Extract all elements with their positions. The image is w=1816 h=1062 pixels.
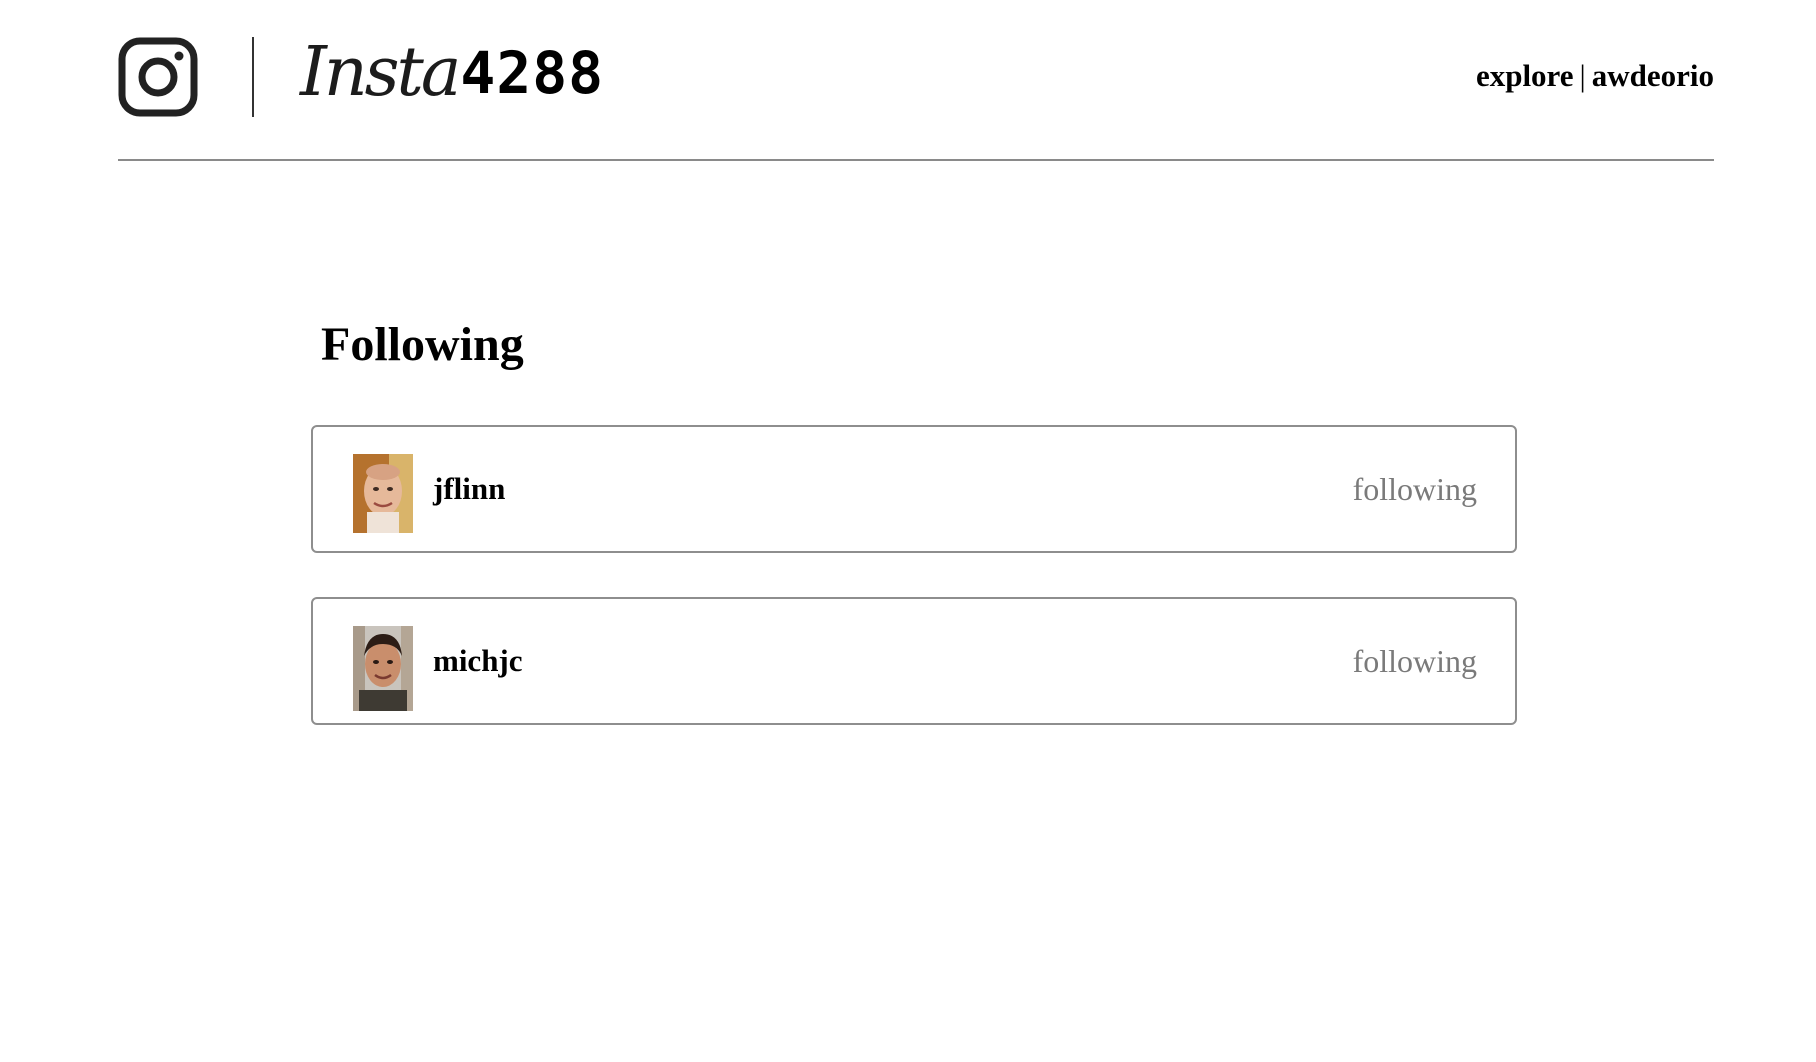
nav-separator: | bbox=[1579, 58, 1586, 93]
following-status-button[interactable]: following bbox=[1353, 427, 1477, 551]
following-username[interactable]: michjc bbox=[433, 599, 523, 723]
top-nav: explore | awdeorio bbox=[1476, 58, 1714, 94]
following-username[interactable]: jflinn bbox=[433, 427, 505, 551]
following-list-item: jflinn following bbox=[311, 425, 1517, 553]
site-logo-text[interactable]: Insta 4288 bbox=[300, 28, 604, 118]
user-profile-link[interactable]: awdeorio bbox=[1592, 58, 1714, 93]
following-status-button[interactable]: following bbox=[1353, 599, 1477, 723]
site-header: Insta 4288 explore | awdeorio bbox=[118, 0, 1714, 161]
following-list-item: michjc following bbox=[311, 597, 1517, 725]
explore-link[interactable]: explore bbox=[1476, 58, 1574, 93]
logo-number-text: 4288 bbox=[460, 39, 605, 107]
instagram-camera-icon[interactable] bbox=[118, 37, 198, 117]
avatar-michjc[interactable] bbox=[353, 626, 413, 711]
page-title: Following bbox=[321, 318, 524, 371]
avatar-jflinn[interactable] bbox=[353, 454, 413, 533]
logo-script-text: Insta bbox=[300, 33, 461, 112]
logo-divider bbox=[252, 37, 254, 117]
